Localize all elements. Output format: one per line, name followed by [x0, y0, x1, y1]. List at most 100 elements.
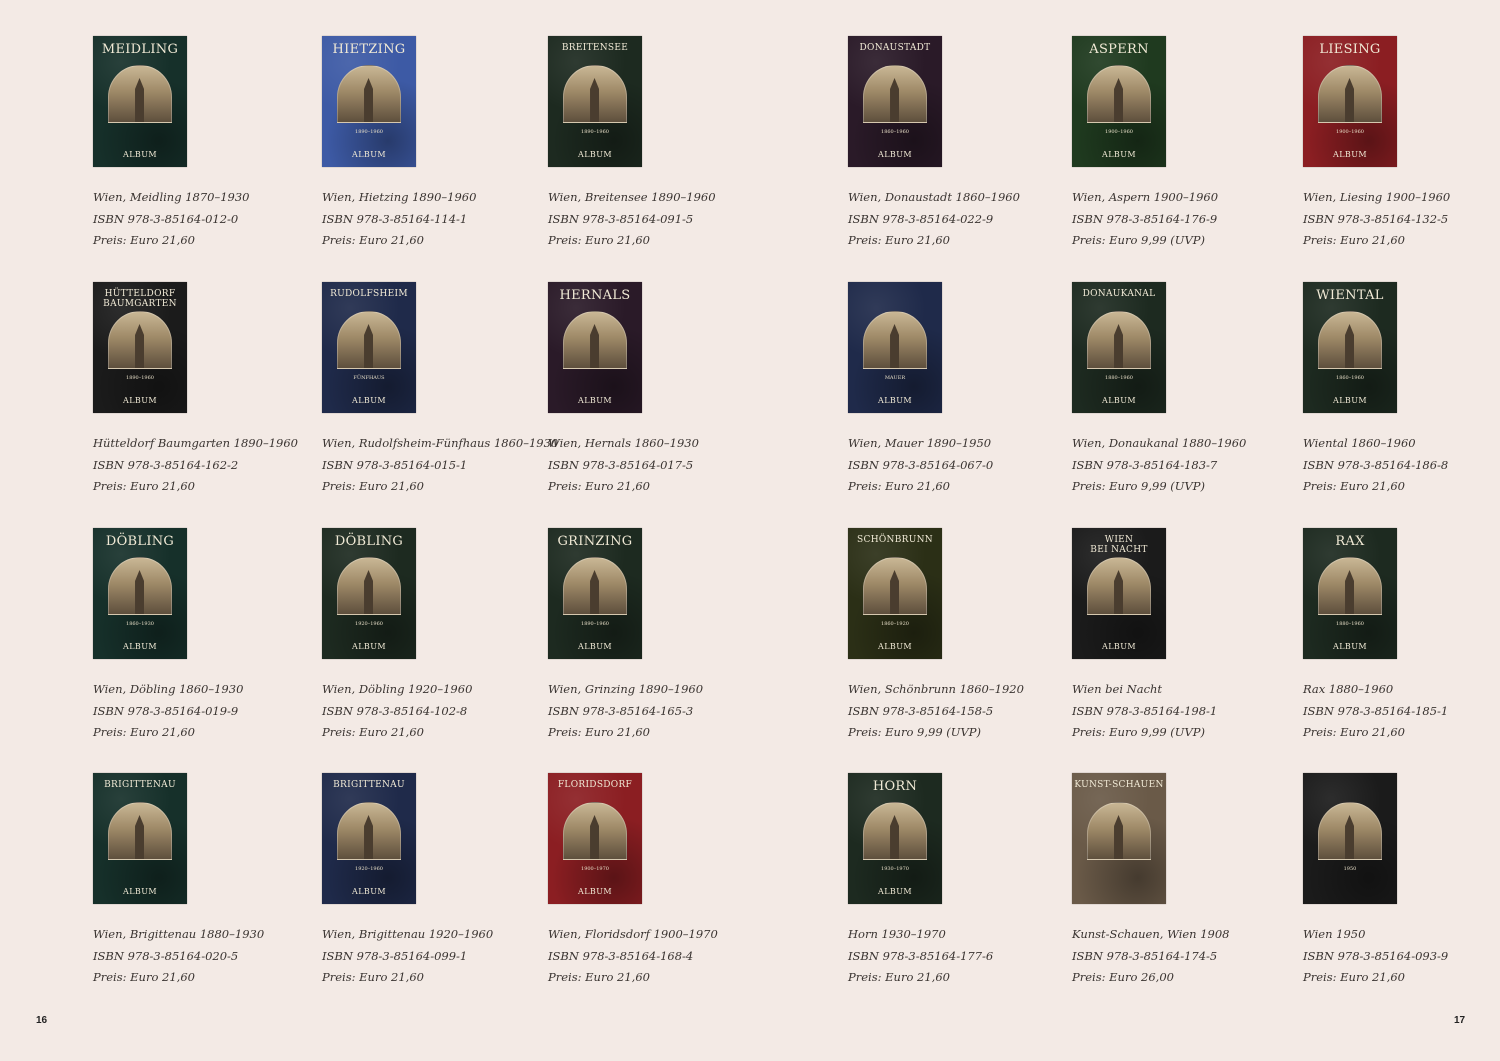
cover-title: FLORIDSDORF — [557, 780, 633, 790]
book-details: Wiental 1860–1960 ISBN 978-3-85164-186-8 P… — [1303, 433, 1500, 498]
cover-label: ALBUM — [352, 396, 386, 405]
book-isbn: ISBN 978-3-85164-017-5 — [548, 457, 694, 472]
book-entry: RAX 1880–1960 ALBUM Rax 1880–1960 ISBN 978-3… — [1303, 528, 1500, 744]
cover-photo-image — [563, 65, 627, 123]
book-cover: DÖBLING 1860–1930 ALBUM — [93, 528, 187, 659]
cover-title: LIESING — [1319, 42, 1381, 57]
book-title: Wien, Donaukanal 1880–1960 — [1072, 436, 1247, 450]
book-entry: MEIDLING ALBUM Wien, Meidling 1870–1930 ISB… — [93, 36, 293, 252]
book-title: Wien, Donaustadt 1860–1960 — [848, 190, 1020, 204]
book-price: Preis: Euro 21,60 — [322, 479, 424, 493]
book-isbn: ISBN 978-3-85164-177-6 — [848, 948, 994, 963]
book-isbn: ISBN 978-3-85164-091-5 — [548, 211, 694, 226]
book-details: Wien, Hernals 1860–1930 ISBN 978-3-85164-… — [548, 433, 748, 498]
book-cover: DÖBLING 1920–1960 ALBUM — [322, 528, 416, 659]
book-title: Wien, Liesing 1900–1960 — [1303, 190, 1451, 204]
book-price: Preis: Euro 21,60 — [93, 479, 195, 493]
book-isbn: ISBN 978-3-85164-176-9 — [1072, 211, 1218, 226]
cover-photo-image — [1087, 65, 1151, 123]
book-price: Preis: Euro 21,60 — [848, 479, 950, 493]
cover-label: ALBUM — [123, 642, 157, 651]
cover-photo-image — [337, 557, 401, 615]
cover-title: SCHÖNBRUNN — [857, 535, 933, 545]
book-entry: BRIGITTENAU 1920–1960 ALBUM Wien, Brigitten… — [322, 773, 522, 989]
book-title: Wien, Rudolfsheim-Fünfhaus 1860–1930 — [322, 436, 559, 450]
book-cover: HERNALS ALBUM — [548, 282, 642, 413]
book-isbn: ISBN 978-3-85164-067-0 — [848, 457, 994, 472]
book-details: Wien, Schönbrunn 1860–1920 ISBN 978-3-851… — [848, 679, 1048, 744]
book-title: Kunst-Schauen, Wien 1908 — [1072, 927, 1230, 941]
cover-title: ASPERN — [1089, 42, 1149, 57]
book-title: Wien, Aspern 1900–1960 — [1072, 190, 1219, 204]
cover-photo-image — [108, 557, 172, 615]
cover-photo-image — [1318, 557, 1382, 615]
cover-photo-image — [863, 65, 927, 123]
book-title: Hütteldorf Baumgarten 1890–1960 — [93, 436, 298, 450]
cover-subtitle: 1900–1960 — [1336, 129, 1364, 135]
book-details: Wien bei Nacht ISBN 978-3-85164-198-1 Prei… — [1072, 679, 1272, 744]
cover-title: BREITENSEE — [561, 43, 629, 53]
book-isbn: ISBN 978-3-85164-183-7 — [1072, 457, 1218, 472]
book-title: Wien 1950 — [1303, 927, 1366, 941]
book-cover: GRINZING 1890–1960 ALBUM — [548, 528, 642, 659]
book-entry: HERNALS ALBUM Wien, Hernals 1860–1930 ISBN … — [548, 282, 748, 498]
cover-title: BRIGITTENAU — [104, 780, 176, 790]
book-price: Preis: Euro 21,60 — [548, 479, 650, 493]
book-title: Wien, Breitensee 1890–1960 — [548, 190, 716, 204]
cover-title: HÜTTELDORF BAUMGARTEN — [103, 289, 177, 309]
cover-label: ALBUM — [352, 642, 386, 651]
book-price: Preis: Euro 21,60 — [1303, 479, 1405, 493]
book-cover: BRIGITTENAU 1920–1960 ALBUM — [322, 773, 416, 904]
cover-title: RAX — [1335, 534, 1365, 549]
cover-photo-image — [863, 557, 927, 615]
book-cover: BRIGITTENAU ALBUM — [93, 773, 187, 904]
cover-label: ALBUM — [578, 396, 612, 405]
book-price: Preis: Euro 21,60 — [548, 725, 650, 739]
book-title: Wien, Hernals 1860–1930 — [548, 436, 699, 450]
book-isbn: ISBN 978-3-85164-168-4 — [548, 948, 694, 963]
book-cover: KUNST-SCHAUEN — [1072, 773, 1166, 904]
cover-label: ALBUM — [878, 642, 912, 651]
cover-photo-image — [563, 802, 627, 860]
book-cover: DONAUKANAL 1880–1960 ALBUM — [1072, 282, 1166, 413]
cover-title: DÖBLING — [334, 534, 404, 549]
book-details: Wien, Rudolfsheim-Fünfhaus 1860–1930 ISBN… — [322, 433, 559, 498]
cover-subtitle: 1890–1960 — [581, 621, 609, 627]
page-number-left: 16 — [36, 1015, 48, 1026]
book-title: Wien, Brigittenau 1880–1930 — [93, 927, 265, 941]
book-title: Wien bei Nacht — [1072, 682, 1163, 696]
book-isbn: ISBN 978-3-85164-162-2 — [93, 457, 239, 472]
book-cover: HÜTTELDORF BAUMGARTEN 1890–1960 ALBUM — [93, 282, 187, 413]
cover-label: ALBUM — [1102, 396, 1136, 405]
book-price: Preis: Euro 26,00 — [1072, 970, 1174, 984]
cover-subtitle: FÜNFHAUS — [353, 375, 385, 381]
book-entry: WIENTAL 1860–1960 ALBUM Wiental 1860–1960 IS… — [1303, 282, 1500, 498]
book-title: Wien, Mauer 1890–1950 — [848, 436, 992, 450]
cover-label: ALBUM — [352, 150, 386, 159]
book-entry: DÖBLING 1860–1930 ALBUM Wien, Döbling 1860–… — [93, 528, 293, 744]
book-entry: DONAUKANAL 1880–1960 ALBUM Wien, Donaukanal… — [1072, 282, 1272, 498]
book-price: Preis: Euro 9,99 (UVP) — [1072, 725, 1205, 739]
book-isbn: ISBN 978-3-85164-015-1 — [322, 457, 468, 472]
cover-subtitle: 1860–1960 — [881, 129, 909, 135]
book-cover: ASPERN 1900–1960 ALBUM — [1072, 36, 1166, 167]
book-entry: ASPERN 1900–1960 ALBUM Wien, Aspern 1900–19… — [1072, 36, 1272, 252]
book-details: Wien, Aspern 1900–1960 ISBN 978-3-85164-1… — [1072, 187, 1272, 252]
book-isbn: ISBN 978-3-85164-022-9 — [848, 211, 994, 226]
cover-label: ALBUM — [352, 887, 386, 896]
book-price: Preis: Euro 21,60 — [322, 970, 424, 984]
book-isbn: ISBN 978-3-85164-019-9 — [93, 703, 239, 718]
cover-label: ALBUM — [123, 887, 157, 896]
cover-subtitle: 1890–1960 — [355, 129, 383, 135]
book-cover: BREITENSEE 1890–1960 ALBUM — [548, 36, 642, 167]
book-entry: HIETZING 1890–1960 ALBUM Wien, Hietzing 189… — [322, 36, 522, 252]
book-title: Wien, Schönbrunn 1860–1920 — [848, 682, 1024, 696]
book-price: Preis: Euro 21,60 — [1303, 725, 1405, 739]
book-cover: WIENTAL 1860–1960 ALBUM — [1303, 282, 1397, 413]
book-details: Wien, Donaukanal 1880–1960 ISBN 978-3-851… — [1072, 433, 1272, 498]
cover-label: ALBUM — [878, 396, 912, 405]
book-price: Preis: Euro 21,60 — [93, 233, 195, 247]
book-details: Wien, Meidling 1870–1930 ISBN 978-3-85164… — [93, 187, 293, 252]
book-price: Preis: Euro 21,60 — [93, 725, 195, 739]
cover-photo-image — [108, 311, 172, 369]
